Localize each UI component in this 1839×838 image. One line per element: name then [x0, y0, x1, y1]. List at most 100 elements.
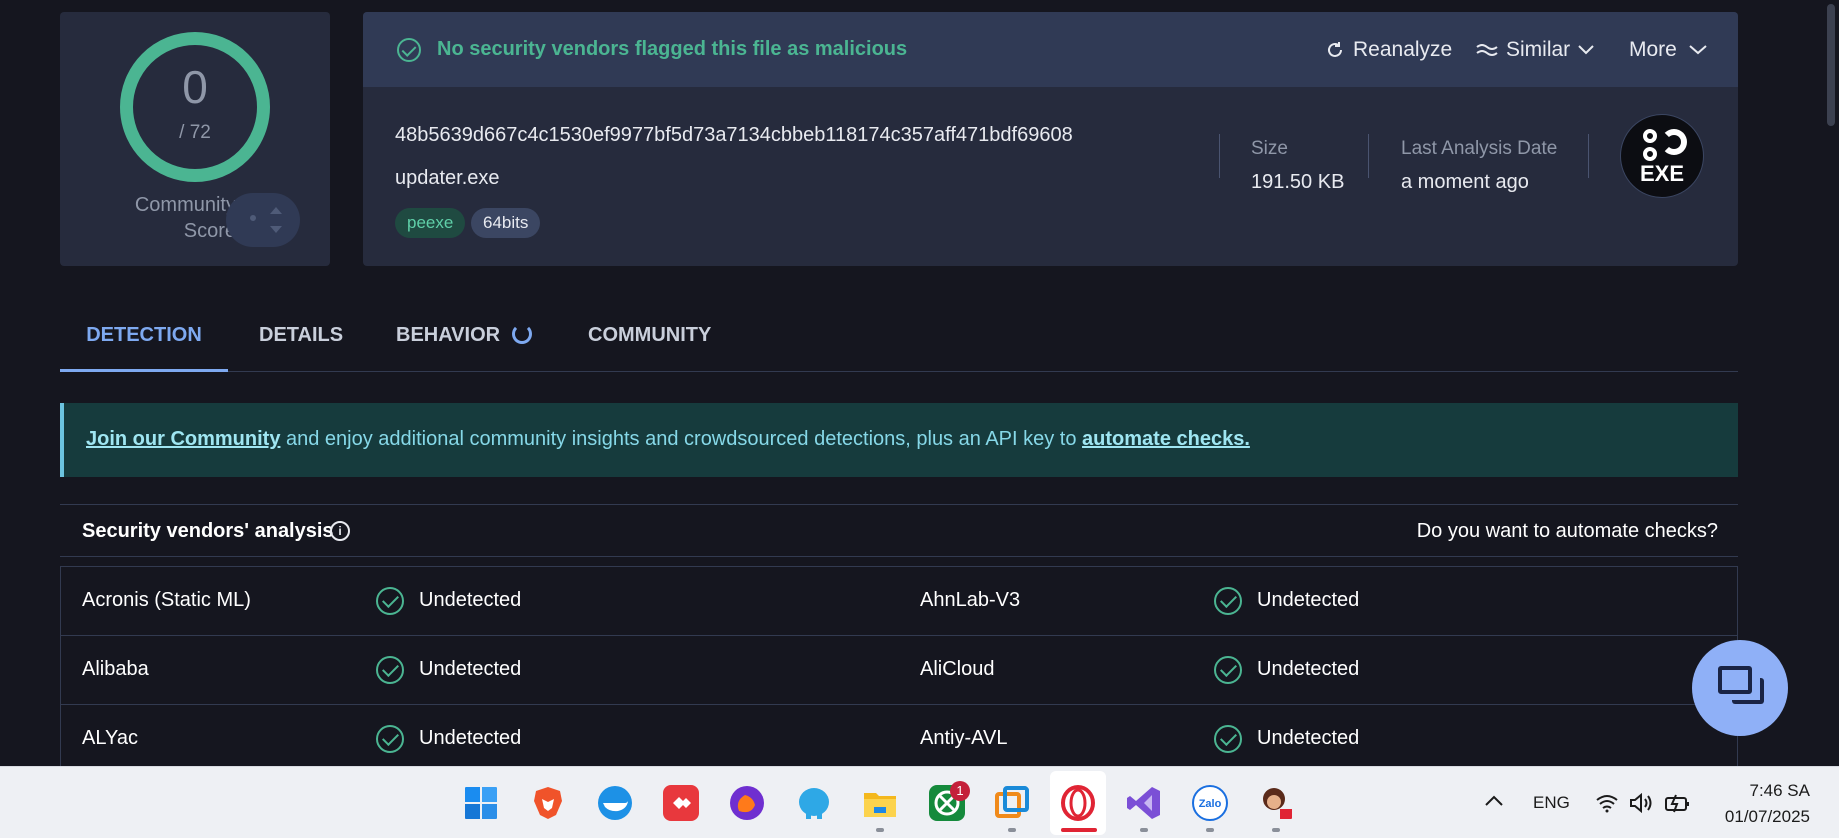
- vendor-result: Undetected: [419, 658, 522, 680]
- tab-detection-label: DETECTION: [86, 324, 202, 346]
- vote-down-icon[interactable]: [270, 226, 282, 233]
- more-button[interactable]: More: [1629, 38, 1707, 62]
- brave-browser-icon[interactable]: [530, 785, 566, 821]
- firefox-icon[interactable]: [729, 785, 765, 821]
- tab-behavior-label: BEHAVIOR: [396, 324, 501, 346]
- check-circle-icon: [376, 656, 404, 684]
- elephant-app-icon[interactable]: [796, 785, 832, 821]
- vendor-name: Antiy-AVL: [920, 727, 1008, 749]
- docker-icon[interactable]: [597, 785, 633, 821]
- info-icon[interactable]: i: [330, 521, 350, 541]
- detection-total: / 72: [179, 122, 211, 143]
- tab-behavior[interactable]: BEHAVIOR: [396, 318, 533, 372]
- community-vote-control[interactable]: [226, 193, 300, 247]
- last-analysis-label: Last Analysis Date: [1401, 138, 1558, 159]
- volume-icon[interactable]: [1629, 793, 1653, 813]
- vendor-name: Alibaba: [82, 658, 149, 680]
- size-value: 191.50 KB: [1251, 171, 1345, 193]
- vendor-result: Undetected: [1257, 727, 1360, 749]
- chevron-down-icon: [1578, 45, 1594, 55]
- windows-start-icon[interactable]: [463, 785, 499, 821]
- table-row: ALYac Undetected Antiy-AVL Undetected: [61, 705, 1737, 774]
- vendor-result: Undetected: [1257, 658, 1360, 680]
- language-indicator[interactable]: ENG: [1533, 793, 1570, 813]
- similar-label: Similar: [1506, 38, 1571, 61]
- file-hash[interactable]: 48b5639d667c4c1530ef9977bf5d73a7134cbbeb…: [395, 124, 1073, 147]
- last-analysis-value: a moment ago: [1401, 171, 1529, 193]
- vendor-name: AhnLab-V3: [920, 589, 1021, 611]
- automate-checks-link[interactable]: automate checks.: [1082, 428, 1250, 450]
- vendors-header: Security vendors' analysis i Do you want…: [60, 504, 1738, 557]
- tab-details[interactable]: DETAILS: [259, 318, 343, 372]
- wifi-icon[interactable]: [1595, 793, 1619, 813]
- similar-button[interactable]: Similar: [1476, 38, 1594, 62]
- loading-spinner-icon: [512, 324, 533, 344]
- community-score-label: Community Score: [134, 194, 236, 242]
- tab-community[interactable]: COMMUNITY: [588, 318, 711, 372]
- running-indicator: [1206, 828, 1214, 832]
- tab-detection[interactable]: DETECTION: [60, 318, 228, 372]
- automate-checks-prompt[interactable]: Do you want to automate checks?: [1417, 520, 1718, 543]
- running-indicator: [1008, 828, 1016, 832]
- more-label: More: [1629, 38, 1677, 61]
- avatar-app-icon[interactable]: [1258, 785, 1294, 821]
- similar-icon: [1476, 44, 1498, 56]
- battery-icon[interactable]: [1664, 793, 1690, 813]
- vendors-title: Security vendors' analysis: [82, 520, 334, 542]
- reanalyze-label: Reanalyze: [1353, 38, 1453, 61]
- clock-time[interactable]: 7:46 SA: [1700, 781, 1811, 801]
- size-label: Size: [1251, 138, 1288, 159]
- check-circle-icon: [1214, 587, 1242, 615]
- svg-text:Zalo: Zalo: [1199, 798, 1222, 810]
- scrollbar-thumb[interactable]: [1827, 4, 1835, 126]
- tag-64bits[interactable]: 64bits: [471, 208, 541, 238]
- exe-file-type-icon: EXE: [1620, 114, 1704, 198]
- vendor-result: Undetected: [1257, 589, 1360, 611]
- reanalyze-button[interactable]: Reanalyze: [1325, 38, 1452, 62]
- status-bar: No security vendors flagged this file as…: [363, 12, 1738, 87]
- banner-middle-text: and enjoy additional community insights …: [280, 428, 1083, 450]
- vote-up-icon[interactable]: [270, 207, 282, 214]
- check-circle-icon: [376, 587, 404, 615]
- visual-studio-icon[interactable]: [1126, 785, 1162, 821]
- check-circle-icon: [1214, 656, 1242, 684]
- file-type-label: EXE: [1639, 161, 1685, 186]
- table-row: Acronis (Static ML) Undetected AhnLab-V3…: [61, 567, 1737, 636]
- opera-icon[interactable]: [1060, 785, 1096, 821]
- vmware-icon[interactable]: [994, 785, 1030, 821]
- anydesk-icon[interactable]: [663, 785, 699, 821]
- community-score-card: 0 / 72 Community Score: [60, 12, 330, 266]
- notification-badge: 1: [950, 781, 970, 801]
- table-row: Alibaba Undetected AliCloud Undetected: [61, 636, 1737, 705]
- tab-details-label: DETAILS: [259, 324, 344, 346]
- tab-community-label: COMMUNITY: [588, 324, 712, 346]
- check-circle-icon: [397, 38, 421, 62]
- vendor-name: ALYac: [82, 727, 138, 749]
- vendor-result: Undetected: [419, 727, 522, 749]
- community-banner: Join our Community and enjoy additional …: [60, 403, 1738, 477]
- join-community-link[interactable]: Join our Community: [86, 428, 280, 450]
- file-name: updater.exe: [395, 167, 500, 189]
- banner-text: Join our Community and enjoy additional …: [86, 428, 1250, 451]
- vendor-result: Undetected: [419, 589, 522, 611]
- tab-bar: DETECTION DETAILS BEHAVIOR COMMUNITY: [60, 318, 1738, 372]
- chat-button[interactable]: [1692, 640, 1788, 736]
- tag-peexe[interactable]: peexe: [395, 208, 466, 238]
- taskbar: 1 Zalo ENG 7:46 SA 01/07/2025: [0, 766, 1839, 838]
- page-scrollbar[interactable]: [1823, 0, 1839, 766]
- chevron-down-icon: [1689, 45, 1707, 55]
- file-explorer-icon[interactable]: [862, 785, 898, 821]
- vendors-table: Acronis (Static ML) Undetected AhnLab-V3…: [60, 566, 1738, 774]
- active-indicator: [1061, 828, 1097, 832]
- vote-dot-icon: [250, 215, 256, 221]
- clock-date[interactable]: 01/07/2025: [1700, 807, 1810, 827]
- detection-count: 0: [182, 61, 208, 113]
- vendor-name: AliCloud: [920, 658, 995, 680]
- zalo-icon[interactable]: Zalo: [1192, 785, 1228, 821]
- chevron-up-icon[interactable]: [1485, 795, 1503, 807]
- running-indicator: [1272, 828, 1280, 832]
- check-circle-icon: [376, 725, 404, 753]
- running-indicator: [876, 828, 884, 832]
- file-summary-card: No security vendors flagged this file as…: [363, 12, 1738, 266]
- vendor-name: Acronis (Static ML): [82, 589, 251, 611]
